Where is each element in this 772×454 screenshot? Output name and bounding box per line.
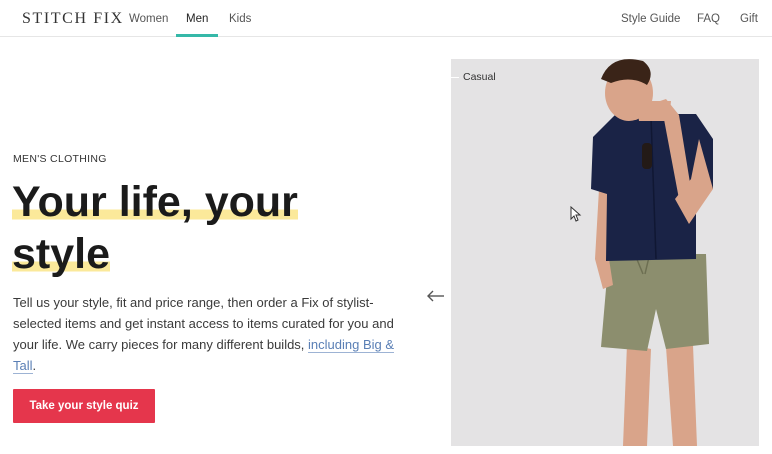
- nav-gift[interactable]: Gift: [740, 13, 758, 25]
- hero-eyebrow: MEN'S CLOTHING: [13, 153, 107, 165]
- nav-kids[interactable]: Kids: [229, 13, 251, 25]
- mouse-cursor-icon: [570, 206, 582, 222]
- top-nav-bar: STITCH FIX Women Men Kids Style Guide FA…: [0, 0, 772, 37]
- nav-men[interactable]: Men: [186, 13, 208, 25]
- hero-body-copy: Tell us your style, fit and price range,…: [13, 292, 405, 376]
- hero-headline: Your life, your style: [12, 176, 412, 280]
- arrow-left-icon[interactable]: [424, 284, 448, 308]
- take-style-quiz-button[interactable]: Take your style quiz: [13, 389, 155, 423]
- nav-women[interactable]: Women: [129, 13, 168, 25]
- active-nav-indicator: [176, 34, 218, 37]
- body-end: .: [32, 358, 37, 373]
- nav-style-guide[interactable]: Style Guide: [621, 13, 680, 25]
- hero-photo: Casual: [451, 59, 759, 446]
- nav-faq[interactable]: FAQ: [697, 13, 720, 25]
- model-illustration: [591, 59, 713, 446]
- headline-line-1: Your life, your: [12, 178, 298, 226]
- headline-line-2: style: [12, 230, 111, 278]
- stitch-fix-logo[interactable]: STITCH FIX: [22, 10, 124, 28]
- slide-category-label: Casual: [451, 71, 496, 83]
